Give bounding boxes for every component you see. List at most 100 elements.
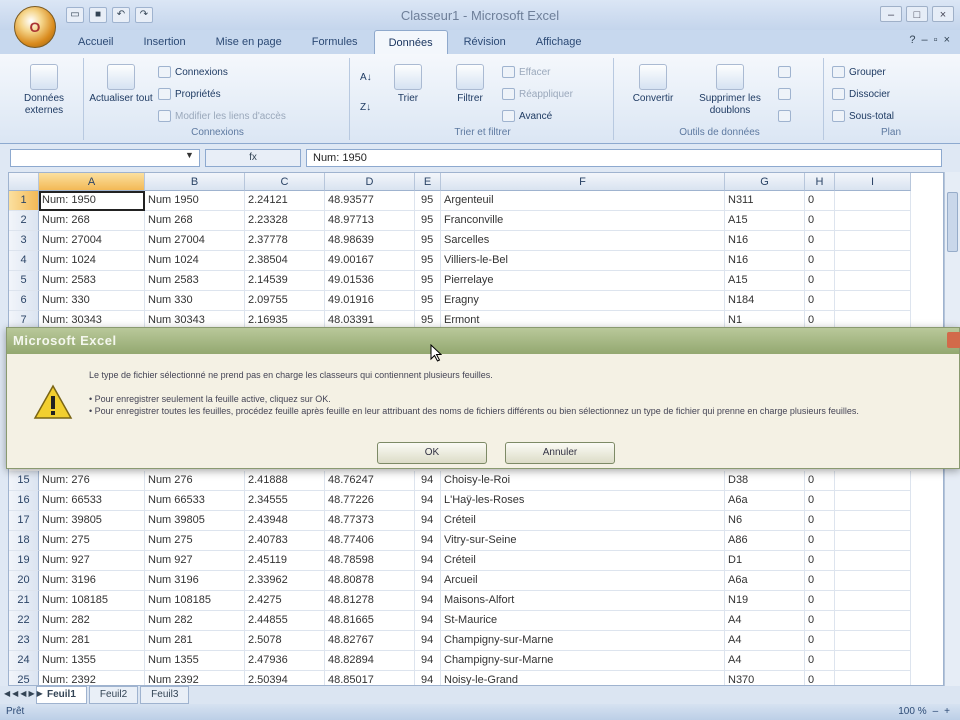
cell[interactable]: D1 xyxy=(725,551,805,571)
cell[interactable]: Num: 1355 xyxy=(39,651,145,671)
sort-za-button[interactable]: Z↓ xyxy=(360,102,371,113)
cell[interactable]: D38 xyxy=(725,471,805,491)
cell[interactable]: N311 xyxy=(725,191,805,211)
remove-duplicates-button[interactable]: Supprimer les doublons xyxy=(692,64,768,117)
cell[interactable]: Num 39805 xyxy=(145,511,245,531)
cell[interactable] xyxy=(835,251,911,271)
cell[interactable] xyxy=(835,271,911,291)
row-header[interactable]: 21 xyxy=(9,591,39,611)
cell[interactable] xyxy=(835,511,911,531)
cell[interactable]: 2.45119 xyxy=(245,551,325,571)
cell[interactable]: Num: 2583 xyxy=(39,271,145,291)
col-header-c[interactable]: C xyxy=(245,173,325,191)
cell[interactable]: 2.38504 xyxy=(245,251,325,271)
cell[interactable]: Num: 275 xyxy=(39,531,145,551)
cell[interactable]: Num 1355 xyxy=(145,651,245,671)
cell[interactable]: Num: 108185 xyxy=(39,591,145,611)
cell[interactable]: 48.97713 xyxy=(325,211,415,231)
row-header[interactable]: 16 xyxy=(9,491,39,511)
cell[interactable]: 2.24121 xyxy=(245,191,325,211)
row-header[interactable]: 22 xyxy=(9,611,39,631)
cell[interactable]: 0 xyxy=(805,191,835,211)
sheet-nav-arrows[interactable]: ◀◀◀▶▶ xyxy=(4,689,45,698)
advanced-button[interactable]: Avancé xyxy=(502,110,552,122)
cell[interactable]: A6a xyxy=(725,491,805,511)
row-header[interactable]: 15 xyxy=(9,471,39,491)
cell[interactable]: 0 xyxy=(805,571,835,591)
cell[interactable]: Champigny-sur-Marne xyxy=(441,651,725,671)
cell[interactable]: 2.23328 xyxy=(245,211,325,231)
cell[interactable]: Num: 281 xyxy=(39,631,145,651)
cell[interactable]: 48.78598 xyxy=(325,551,415,571)
ribbon-minimize-icon[interactable]: – xyxy=(922,34,928,46)
cell[interactable]: 94 xyxy=(415,491,441,511)
cell[interactable]: 0 xyxy=(805,291,835,311)
cell[interactable]: 0 xyxy=(805,231,835,251)
cell[interactable]: Num: 2392 xyxy=(39,671,145,685)
cell[interactable] xyxy=(835,231,911,251)
row-header[interactable]: 18 xyxy=(9,531,39,551)
cell[interactable] xyxy=(835,651,911,671)
cell[interactable]: Franconville xyxy=(441,211,725,231)
cell[interactable]: 95 xyxy=(415,291,441,311)
cancel-button[interactable]: Annuler xyxy=(505,442,615,464)
cell[interactable]: Num: 1950 xyxy=(39,191,145,211)
cell[interactable]: Num: 39805 xyxy=(39,511,145,531)
cell[interactable]: L'Haÿ-les-Roses xyxy=(441,491,725,511)
cell[interactable]: A15 xyxy=(725,211,805,231)
row-header[interactable]: 17 xyxy=(9,511,39,531)
col-header-a[interactable]: A xyxy=(39,173,145,191)
cell[interactable]: 94 xyxy=(415,591,441,611)
cell[interactable]: 95 xyxy=(415,231,441,251)
cell[interactable]: Num 2392 xyxy=(145,671,245,685)
cell[interactable]: Num: 27004 xyxy=(39,231,145,251)
cell[interactable] xyxy=(835,471,911,491)
cell[interactable]: 2.33962 xyxy=(245,571,325,591)
cell[interactable]: 49.01916 xyxy=(325,291,415,311)
cell[interactable]: 0 xyxy=(805,651,835,671)
cell[interactable]: N19 xyxy=(725,591,805,611)
row-header[interactable]: 5 xyxy=(9,271,39,291)
col-header-e[interactable]: E xyxy=(415,173,441,191)
cell[interactable]: Pierrelaye xyxy=(441,271,725,291)
cell[interactable]: Maisons-Alfort xyxy=(441,591,725,611)
cell[interactable]: 94 xyxy=(415,611,441,631)
cell[interactable]: Arcueil xyxy=(441,571,725,591)
row-header[interactable]: 23 xyxy=(9,631,39,651)
cell[interactable]: 48.93577 xyxy=(325,191,415,211)
row-header[interactable]: 25 xyxy=(9,671,39,685)
cell[interactable]: 2.47936 xyxy=(245,651,325,671)
cell[interactable]: Champigny-sur-Marne xyxy=(441,631,725,651)
chevron-down-icon[interactable]: ▼ xyxy=(185,150,194,160)
cell[interactable]: A4 xyxy=(725,611,805,631)
ribbon-close-icon[interactable]: × xyxy=(944,34,950,46)
dialog-close-icon[interactable] xyxy=(947,332,960,348)
cell[interactable]: 94 xyxy=(415,551,441,571)
cell[interactable] xyxy=(835,531,911,551)
cell[interactable]: St-Maurice xyxy=(441,611,725,631)
reapply-button[interactable]: Réappliquer xyxy=(502,88,573,100)
cell[interactable]: Villiers-le-Bel xyxy=(441,251,725,271)
cell[interactable]: 95 xyxy=(415,211,441,231)
cell[interactable]: Num 268 xyxy=(145,211,245,231)
row-header[interactable]: 4 xyxy=(9,251,39,271)
convert-button[interactable]: Convertir xyxy=(622,64,684,105)
cell[interactable]: Num 281 xyxy=(145,631,245,651)
row-header[interactable]: 20 xyxy=(9,571,39,591)
cell[interactable]: Num 27004 xyxy=(145,231,245,251)
cell[interactable]: 48.81278 xyxy=(325,591,415,611)
sheet-tab-feuil2[interactable]: Feuil2 xyxy=(88,686,139,704)
close-icon[interactable]: × xyxy=(932,6,954,22)
cell[interactable]: 48.77373 xyxy=(325,511,415,531)
col-header-h[interactable]: H xyxy=(805,173,835,191)
cell[interactable]: 0 xyxy=(805,591,835,611)
row-header[interactable]: 6 xyxy=(9,291,39,311)
cell[interactable]: 0 xyxy=(805,611,835,631)
cell[interactable] xyxy=(835,591,911,611)
row-header[interactable]: 19 xyxy=(9,551,39,571)
cell[interactable]: 0 xyxy=(805,211,835,231)
select-all-corner[interactable] xyxy=(9,173,39,191)
cell[interactable]: 0 xyxy=(805,491,835,511)
cell[interactable]: Num 1024 xyxy=(145,251,245,271)
cell[interactable]: 48.80878 xyxy=(325,571,415,591)
